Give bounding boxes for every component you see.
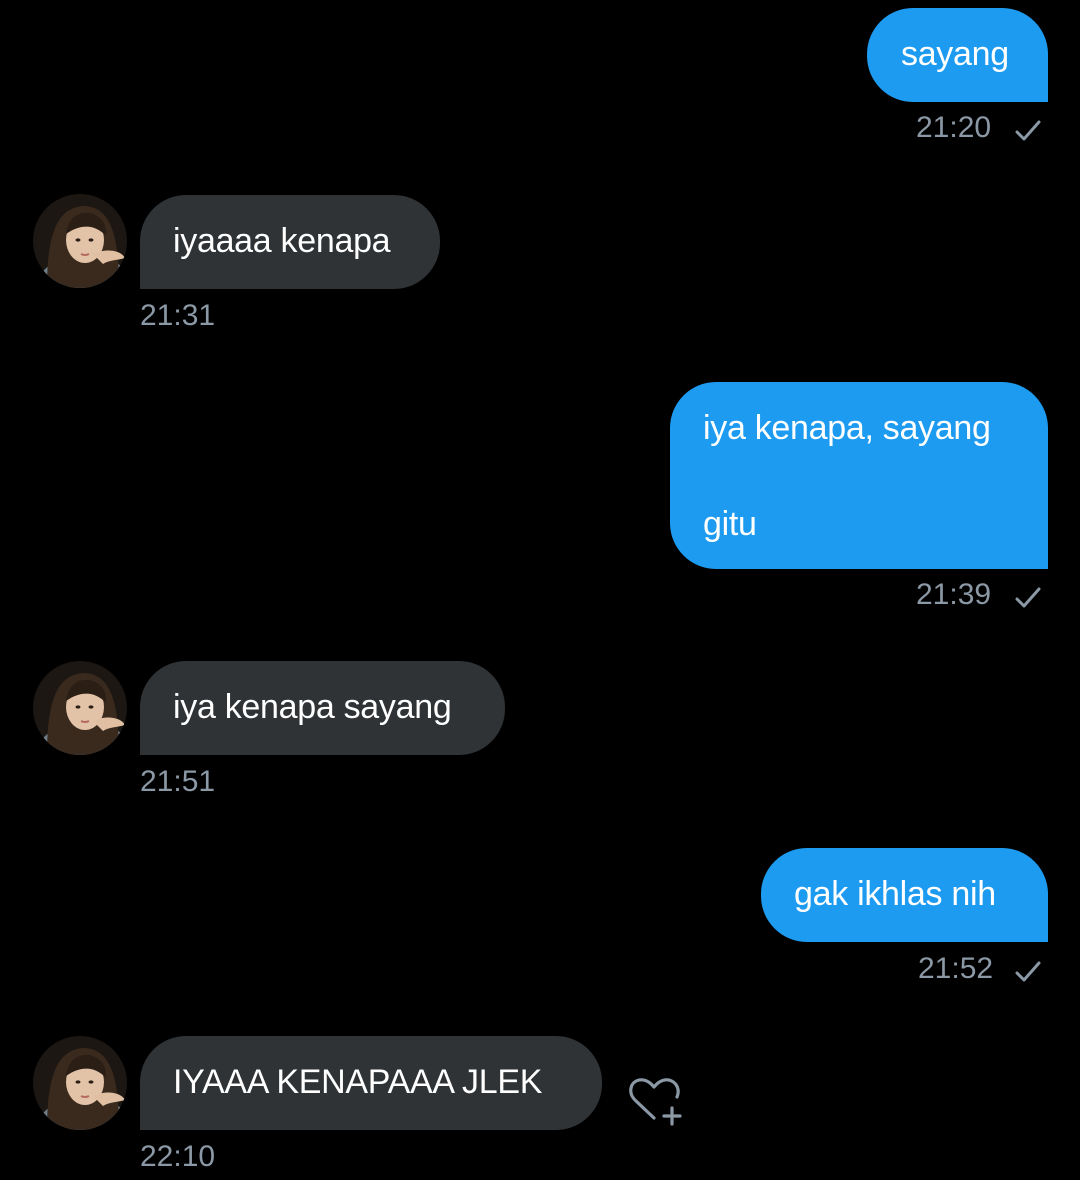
message-bubble[interactable]: IYAAA KENAPAAA JLEK — [140, 1036, 602, 1130]
message-timestamp: 22:10 — [140, 1140, 216, 1173]
message-text: IYAAA KENAPAAA JLEK — [173, 1063, 543, 1101]
message-received: IYAAA KENAPAAA JLEK 22:10 — [0, 0, 1080, 1180]
add-reaction-heart-icon[interactable] — [624, 1070, 684, 1130]
contact-avatar[interactable] — [33, 1036, 127, 1130]
chat-conversation: sayang 21:20 iyaaaa kenapa 21:31 iya ken… — [0, 0, 1080, 1180]
